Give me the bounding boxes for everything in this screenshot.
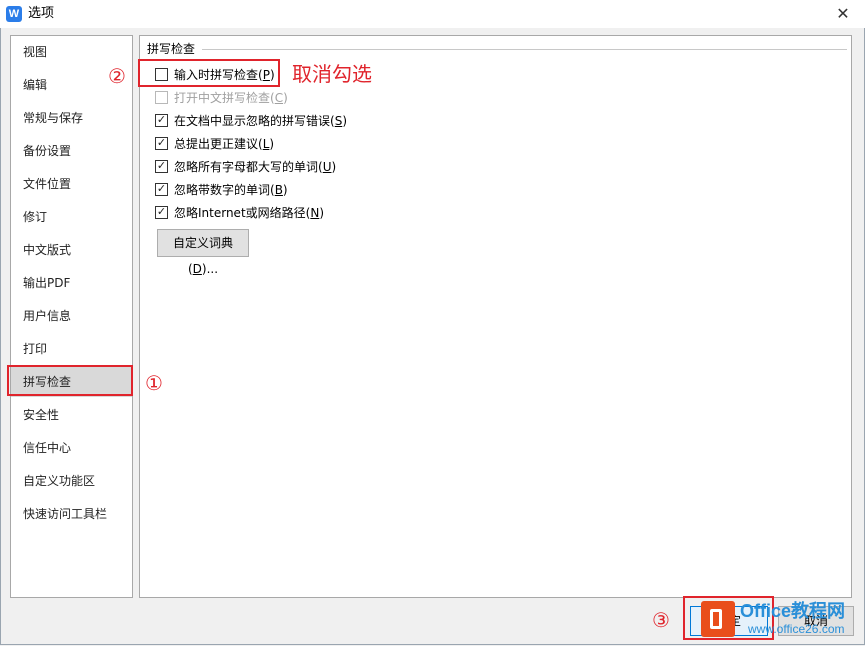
nav-item[interactable]: 用户信息 — [11, 301, 132, 331]
nav-item[interactable]: 视图 — [11, 37, 132, 67]
checkbox[interactable]: ✓ — [155, 159, 168, 173]
close-button[interactable]: ✕ — [821, 0, 865, 28]
checkbox[interactable]: ✓ — [155, 136, 168, 150]
option-paren: ) — [331, 160, 337, 174]
nav-item[interactable]: 自定义功能区 — [11, 466, 132, 496]
nav-item[interactable]: 文件位置 — [11, 169, 132, 199]
option-paren: ) — [282, 183, 288, 197]
option-label: 在文档中显示忽略的拼写错误( — [174, 114, 335, 128]
annotation-step3: ③ — [652, 608, 670, 632]
watermark-title: Office教程网 — [740, 601, 846, 621]
title-bar: W 选项 ✕ — [0, 0, 865, 29]
watermark-url: www.office26.com — [748, 622, 845, 636]
checkmark-icon: ✓ — [156, 113, 167, 126]
annotation-step2: ② — [108, 64, 126, 88]
spellcheck-option[interactable]: 打开中文拼写检查(C) — [155, 89, 288, 107]
checkmark-icon: ✓ — [156, 159, 167, 172]
custom-dictionary-key: D — [192, 262, 202, 276]
spellcheck-panel: 拼写检查 输入时拼写检查(P) 打开中文拼写检查(C) ✓ 在文档中显示忽略的拼写错误… — [139, 35, 852, 598]
nav-item[interactable]: 备份设置 — [11, 136, 132, 166]
option-paren: ) — [342, 114, 347, 128]
custom-dictionary-suffix: )... — [201, 262, 219, 276]
option-paren: ) — [269, 137, 275, 151]
option-label: 打开中文拼写检查( — [174, 91, 275, 105]
section-divider — [202, 49, 847, 50]
checkmark-icon: ✓ — [156, 182, 167, 195]
spellcheck-option[interactable]: ✓ 忽略所有字母都大写的单词(U) — [155, 158, 336, 176]
annotation-note: 取消勾选 — [292, 62, 372, 86]
option-label: 忽略所有字母都大写的单词( — [174, 160, 323, 174]
section-title: 拼写检查 — [147, 42, 196, 56]
nav-item[interactable]: 中文版式 — [11, 235, 132, 265]
spellcheck-option[interactable]: ✓ 总提出更正建议(L) — [155, 135, 274, 153]
nav-item[interactable]: 安全性 — [11, 400, 132, 430]
option-shortcut-key: C — [274, 91, 284, 105]
spellcheck-option[interactable]: ✓ 忽略Internet或网络路径(N) — [155, 204, 324, 222]
option-paren: ) — [283, 91, 288, 105]
annotation-step1: ① — [145, 371, 163, 395]
nav-item[interactable]: 修订 — [11, 202, 132, 232]
annotation-box-nav — [7, 365, 133, 396]
office-logo-icon — [701, 601, 735, 637]
wps-writer-icon: W — [6, 6, 22, 22]
option-label: 总提出更正建议( — [174, 137, 263, 151]
option-paren: ) — [319, 206, 325, 220]
option-shortcut-key: N — [310, 206, 320, 220]
option-label: 忽略Internet或网络路径( — [174, 206, 311, 220]
nav-item[interactable]: 快速访问工具栏 — [11, 499, 132, 529]
checkmark-icon: ✓ — [156, 136, 167, 149]
checkbox[interactable]: ✓ — [155, 205, 168, 219]
window-title: 选项 — [28, 6, 55, 21]
nav-item[interactable]: 常规与保存 — [11, 103, 132, 133]
checkbox[interactable] — [155, 91, 168, 104]
nav-item[interactable]: 打印 — [11, 334, 132, 364]
annotation-box-option — [138, 59, 280, 87]
spellcheck-option[interactable]: ✓ 在文档中显示忽略的拼写错误(S) — [155, 112, 347, 130]
spellcheck-option[interactable]: ✓ 忽略带数字的单词(B) — [155, 181, 288, 199]
option-label: 忽略带数字的单词( — [174, 183, 275, 197]
option-shortcut-key: B — [274, 183, 283, 197]
checkbox[interactable]: ✓ — [155, 182, 168, 196]
options-nav: 视图 编辑 常规与保存 备份设置 文件位置 修订 中文版式 输出PDF 用户信息 打印 拼写检查 安全… — [10, 35, 133, 598]
custom-dictionary-button[interactable]: 自定义词典(D)... — [157, 229, 249, 276]
nav-item[interactable]: 输出PDF — [11, 268, 132, 298]
checkbox[interactable]: ✓ — [155, 113, 168, 127]
nav-item[interactable]: 信任中心 — [11, 433, 132, 463]
checkmark-icon: ✓ — [156, 205, 167, 218]
